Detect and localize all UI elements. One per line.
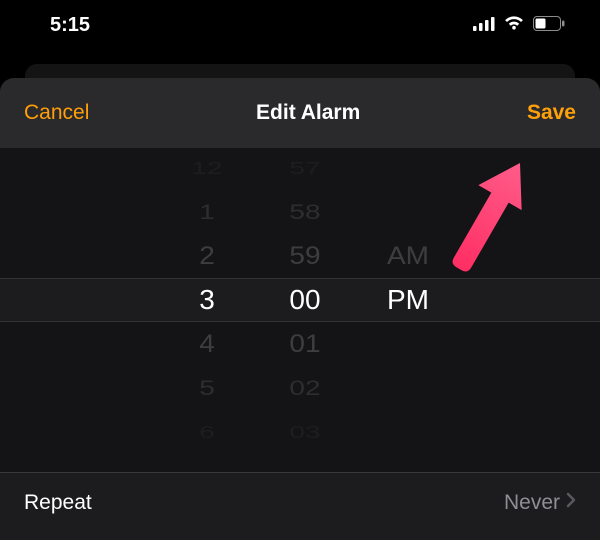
edit-alarm-sheet: Cancel Edit Alarm Save 1112123456 565758… bbox=[0, 78, 600, 540]
status-bar: 5:15 bbox=[0, 0, 600, 50]
picker-item: 02 bbox=[270, 371, 340, 404]
status-time: 5:15 bbox=[50, 14, 90, 37]
picker-item: 12 bbox=[172, 154, 242, 182]
nav-bar: Cancel Edit Alarm Save bbox=[0, 78, 600, 148]
repeat-row[interactable]: Repeat Never bbox=[0, 472, 600, 532]
picker-item: AM bbox=[368, 237, 448, 276]
repeat-label: Repeat bbox=[24, 491, 92, 515]
picker-item: 5 bbox=[172, 371, 242, 404]
picker-item: 6 bbox=[172, 418, 242, 446]
picker-item: 58 bbox=[270, 195, 340, 228]
save-button[interactable]: Save bbox=[527, 101, 576, 125]
minute-wheel[interactable]: 5657585900010203 bbox=[270, 148, 340, 448]
picker-item: 4 bbox=[172, 325, 242, 364]
picker-item: 57 bbox=[270, 154, 340, 182]
cancel-button[interactable]: Cancel bbox=[24, 101, 89, 125]
picker-item: 2 bbox=[172, 237, 242, 276]
ampm-wheel[interactable]: AMPM bbox=[368, 148, 448, 448]
status-indicators bbox=[473, 14, 565, 37]
picker-item: 59 bbox=[270, 237, 340, 276]
picker-item: 03 bbox=[270, 418, 340, 446]
cellular-signal-icon bbox=[473, 14, 495, 37]
picker-item: 00 bbox=[270, 278, 340, 322]
picker-item: 1 bbox=[172, 195, 242, 228]
picker-item: 3 bbox=[172, 278, 242, 322]
wifi-icon bbox=[503, 14, 525, 37]
chevron-right-icon bbox=[566, 492, 576, 513]
battery-icon bbox=[533, 14, 565, 37]
page-title: Edit Alarm bbox=[256, 101, 360, 125]
time-picker[interactable]: 1112123456 5657585900010203 AMPM bbox=[0, 148, 600, 448]
hour-wheel[interactable]: 1112123456 bbox=[172, 148, 242, 448]
repeat-value: Never bbox=[504, 491, 560, 515]
picker-item: 01 bbox=[270, 325, 340, 364]
section-spacer bbox=[0, 448, 600, 472]
picker-item: PM bbox=[368, 278, 448, 322]
